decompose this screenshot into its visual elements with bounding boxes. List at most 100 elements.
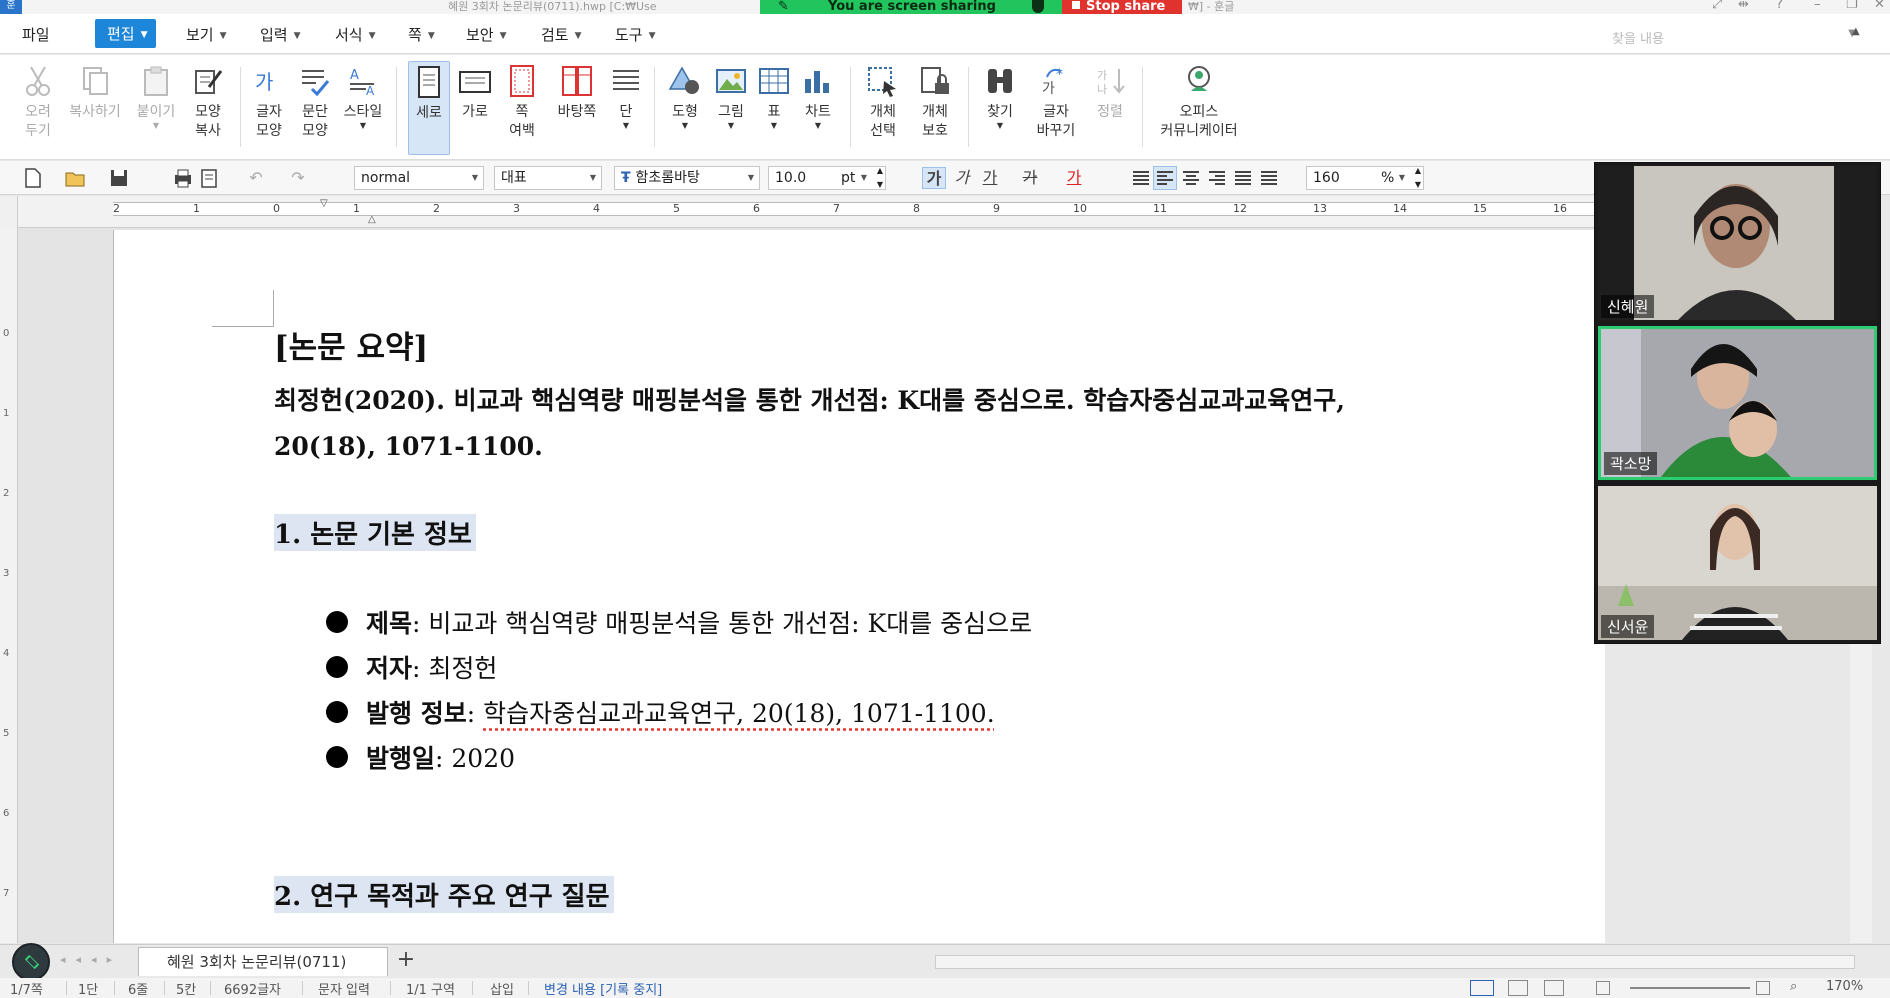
spinner-icon[interactable]: ▲ ▼ [877, 167, 883, 189]
app-logo-icon[interactable]: 훈 [0, 0, 22, 14]
strikethrough-button[interactable]: 가 [1018, 167, 1042, 189]
master-page-button[interactable]: 바탕쪽 [552, 61, 602, 155]
participant-video[interactable]: 신서윤 [1598, 486, 1877, 640]
menu-security[interactable]: 보안 ▼ [466, 24, 507, 45]
help-icon[interactable]: ? [1776, 0, 1783, 12]
margin-marker-icon[interactable]: △ [368, 214, 376, 225]
align-left-icon[interactable] [1153, 166, 1177, 190]
font-size-input[interactable]: 10.0 pt ▼ ▲ ▼ [768, 166, 886, 190]
chevron-down-icon[interactable]: ▼ [756, 122, 792, 130]
chevron-down-icon[interactable]: ▼ [608, 122, 644, 130]
vertical-ruler[interactable]: 0 1 2 3 4 5 6 7 [0, 228, 18, 943]
zoom-in-icon[interactable] [1756, 981, 1770, 995]
zoom-fit-icon[interactable] [1596, 981, 1610, 995]
sort-button[interactable]: 가나 정렬 [1090, 61, 1130, 155]
paste-button[interactable]: 붙이기 ▼ [134, 61, 178, 155]
restore-icon[interactable]: ❐ [1846, 0, 1858, 12]
italic-button[interactable]: 가 [950, 167, 974, 189]
menu-tools[interactable]: 도구 ▼ [615, 24, 656, 45]
menu-review[interactable]: 검토 ▼ [541, 24, 582, 45]
view-page-icon[interactable] [1544, 980, 1564, 996]
underline-button[interactable]: 가 [978, 167, 1002, 189]
participant-video-active[interactable]: 곽소망 [1598, 326, 1877, 480]
char-shape-button[interactable]: 가 글자 모양 [248, 61, 290, 155]
para-shape-button[interactable]: 문단 모양 [294, 61, 336, 155]
arrange-icon[interactable]: ⇹ [1738, 0, 1749, 12]
status-insert-mode[interactable]: 삽입 [490, 979, 514, 998]
summary-heading[interactable]: [논문 요약] [274, 322, 428, 367]
replace-button[interactable]: 가 * 글자 바꾸기 [1030, 61, 1082, 155]
columns-button[interactable]: 단 ▼ [608, 61, 644, 155]
menu-view[interactable]: 보기 ▼ [186, 24, 227, 45]
find-input[interactable]: 찾을 내용 ▼ [1612, 28, 1856, 50]
section-heading[interactable]: 2. 연구 목적과 주요 연구 질문 [274, 876, 614, 913]
document-area[interactable] [18, 228, 1605, 943]
ruler-corner[interactable] [0, 196, 18, 228]
ribbon-collapse-icon[interactable]: ▲ [1852, 26, 1860, 37]
menu-file[interactable]: 파일 [22, 24, 50, 45]
page-margin-button[interactable]: 쪽 여백 [502, 61, 542, 155]
horizontal-scrollbar[interactable] [935, 955, 1855, 969]
new-document-icon[interactable] [22, 167, 44, 189]
select-object-button[interactable]: 개체 선택 [860, 61, 906, 155]
save-icon[interactable] [108, 167, 130, 189]
copy-button[interactable]: 복사하기 [64, 61, 126, 155]
status-track-changes[interactable]: 변경 내용 [기록 중지] [544, 979, 662, 998]
tab-nav-arrows-icon[interactable]: ◂◂◂▸ [60, 953, 122, 966]
annotate-button[interactable] [12, 943, 50, 981]
citation[interactable]: 최정헌(2020). 비교과 핵심역량 매핑분석을 통한 개선점: K대를 중심… [274, 378, 1345, 470]
menu-insert[interactable]: 입력 ▼ [260, 24, 301, 45]
print-icon[interactable] [172, 167, 194, 189]
chevron-down-icon[interactable]: ▼ [978, 122, 1022, 130]
menu-edit[interactable]: 편집 ▼ [95, 19, 156, 48]
shape-button[interactable]: 도형 ▼ [664, 61, 706, 155]
find-button[interactable]: 찾기 ▼ [978, 61, 1022, 155]
redo-icon[interactable]: ↷ [286, 167, 310, 189]
list-item[interactable]: 저자: 최정헌 [326, 649, 497, 685]
style-button[interactable]: AA 스타일 ▼ [340, 61, 386, 155]
style-select[interactable]: normal ▼ [354, 166, 484, 190]
fullscreen-icon[interactable]: ⤢ [1712, 0, 1722, 12]
align-justify-icon[interactable] [1130, 167, 1152, 189]
chart-button[interactable]: 차트 ▼ [798, 61, 838, 155]
view-normal-icon[interactable] [1470, 980, 1494, 996]
menu-format[interactable]: 서식 ▼ [335, 24, 376, 45]
chevron-down-icon[interactable]: ▼ [710, 122, 752, 130]
portrait-button[interactable]: 세로 [408, 61, 450, 155]
horizontal-ruler[interactable]: 2 1 0 1 2 3 4 5 6 7 8 9 10 11 12 13 14 1… [18, 196, 1605, 228]
pin-icon[interactable]: ✎ [778, 0, 789, 14]
split-distribute-icon[interactable] [1258, 167, 1280, 189]
view-web-icon[interactable] [1508, 980, 1528, 996]
chevron-down-icon[interactable]: ▼ [134, 122, 178, 130]
align-right-icon[interactable] [1206, 167, 1228, 189]
bold-button[interactable]: 가 [922, 167, 946, 189]
chevron-down-icon[interactable]: ▼ [340, 122, 386, 130]
picture-button[interactable]: 그림 ▼ [710, 61, 752, 155]
distribute-icon[interactable] [1232, 167, 1254, 189]
zoom-input[interactable]: 160% ▼ ▲ ▼ [1306, 166, 1424, 190]
cut-button[interactable]: 오려 두기 [16, 61, 60, 155]
add-tab-button[interactable]: + [393, 948, 419, 974]
participant-video[interactable]: 신혜원 [1598, 166, 1877, 320]
paragraph-select[interactable]: 대표 ▼ [494, 166, 602, 190]
format-copy-button[interactable]: 모양 복사 [186, 61, 230, 155]
indent-marker-icon[interactable]: ▽ [320, 198, 328, 209]
section-heading[interactable]: 1. 논문 기본 정보 [274, 514, 476, 551]
close-icon[interactable]: ✕ [1874, 0, 1885, 12]
align-center-icon[interactable] [1180, 167, 1202, 189]
video-gallery[interactable]: 신혜원 곽소망 신서윤 [1594, 162, 1881, 644]
list-item[interactable]: 발행일: 2020 [326, 739, 515, 775]
list-item[interactable]: 발행 정보: 학습자중심교과교육연구, 20(18), 1071-1100. [326, 694, 995, 730]
print-preview-icon[interactable] [198, 167, 220, 189]
open-folder-icon[interactable] [64, 167, 86, 189]
chevron-down-icon[interactable]: ▼ [798, 122, 838, 130]
protect-object-button[interactable]: 개체 보호 [912, 61, 958, 155]
table-button[interactable]: 표 ▼ [756, 61, 792, 155]
font-color-button[interactable]: 가 [1062, 167, 1086, 189]
document-tab[interactable]: 혜원 3회차 논문리뷰(0711) [138, 947, 388, 976]
list-item[interactable]: 제목: 비교과 핵심역량 매핑분석을 통한 개선점: K대를 중심으로 [326, 604, 1032, 640]
undo-icon[interactable]: ↶ [244, 167, 268, 189]
minimize-icon[interactable]: – [1814, 0, 1821, 12]
menu-page[interactable]: 쪽 ▼ [408, 24, 435, 45]
font-select[interactable]: Ŧ 함초롬바탕 ▼ [614, 166, 760, 190]
